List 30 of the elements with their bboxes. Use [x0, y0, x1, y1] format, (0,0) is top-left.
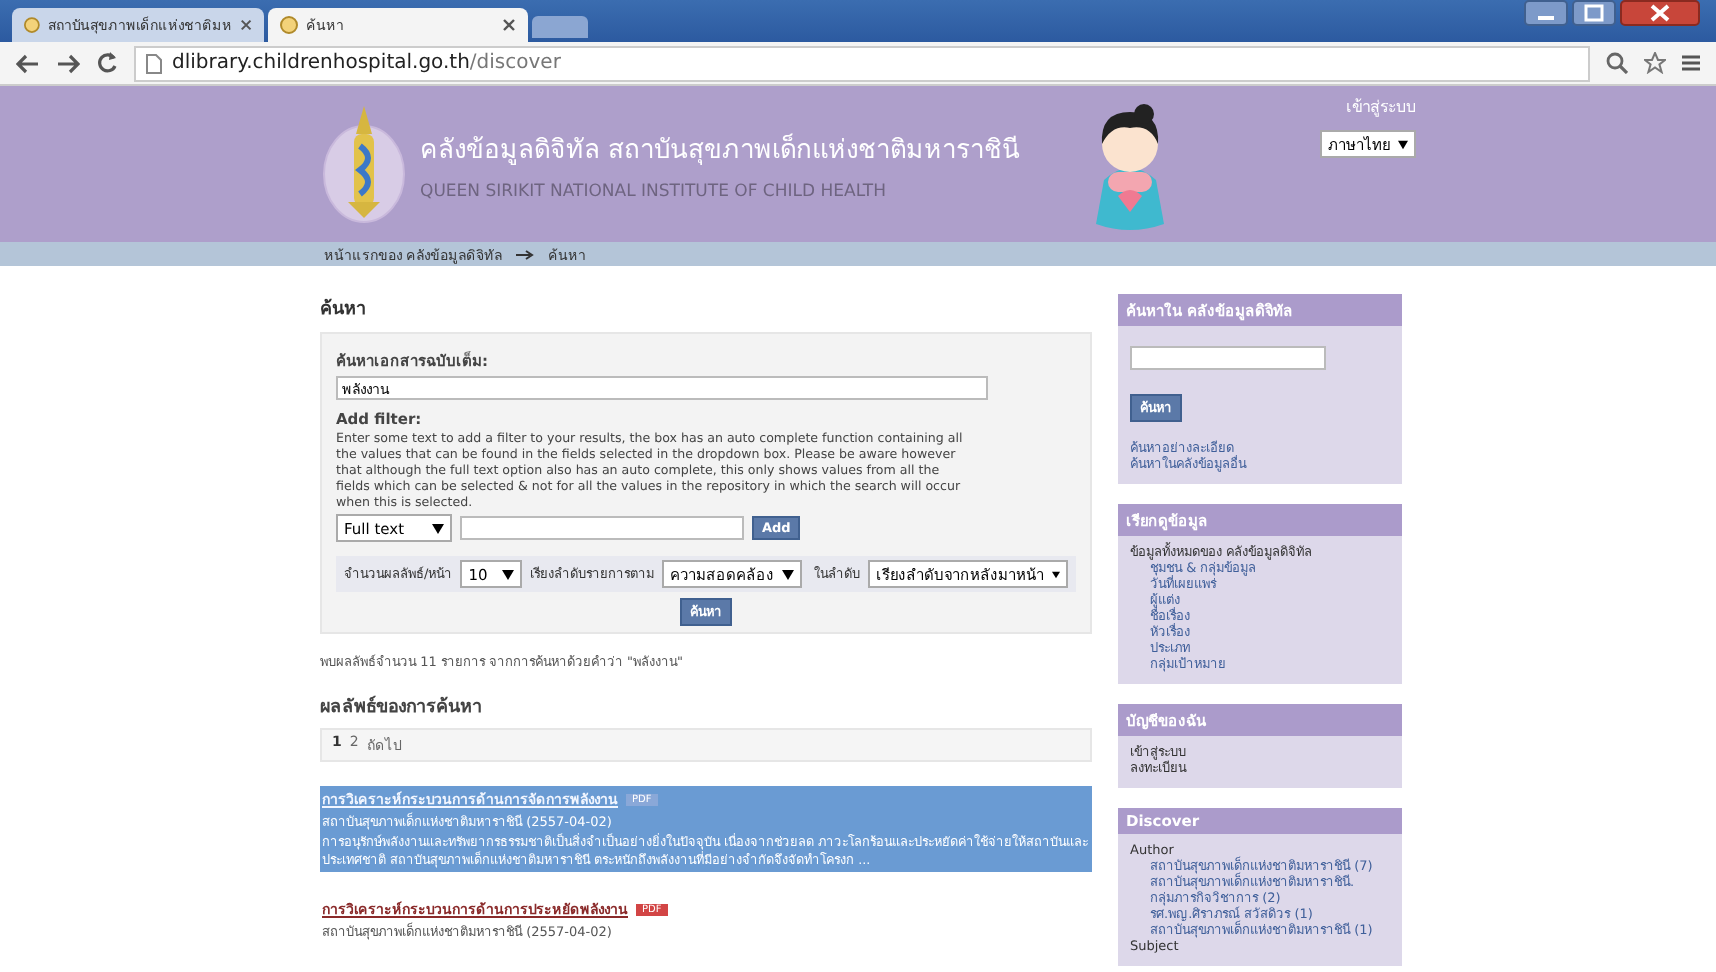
favicon-icon — [280, 16, 298, 34]
dropdown-arrow-icon — [782, 569, 794, 579]
maximize-icon — [1572, 0, 1616, 26]
menu-icon — [1682, 54, 1700, 72]
sidebar-search-field[interactable] — [1130, 346, 1326, 370]
dropdown-arrow-icon — [502, 569, 514, 579]
url-text: dlibrary.childrenhospital.go.th/discover — [172, 52, 561, 74]
address-field[interactable]: dlibrary.childrenhospital.go.th/discover — [134, 45, 1590, 81]
minimize-icon — [1524, 0, 1568, 26]
dropdown-arrow-icon — [1398, 139, 1408, 149]
favicon-icon — [24, 16, 40, 34]
back-arrow-icon — [16, 53, 40, 73]
dropdown-arrow-icon — [1052, 569, 1060, 579]
page-heading: ค้นหา — [320, 296, 368, 322]
results-heading: ผลลัพธ์ของการค้นหา — [320, 693, 484, 720]
site-subtitle: QUEEN SIRIKIT NATIONAL INSTITUTE OF CHILD HEALTH — [420, 181, 888, 201]
dropdown-arrow-icon — [432, 523, 444, 533]
filter-field[interactable] — [460, 516, 744, 540]
page-icon — [146, 53, 162, 73]
arrow-icon — [516, 249, 535, 259]
close-icon — [1620, 0, 1700, 26]
close-icon — [502, 18, 516, 32]
new-tab-button[interactable] — [532, 16, 588, 38]
star-icon — [1644, 52, 1666, 74]
zoom-icon — [1606, 52, 1628, 74]
reload-icon — [96, 52, 118, 74]
forward-arrow-icon — [56, 53, 80, 73]
close-icon — [239, 18, 252, 32]
site-title: คลังข้อมูลดิจิทัล สถาบันสุขภาพเด็กแห่งชาติมหาราชินี — [420, 131, 1021, 169]
emblem-drawing — [320, 102, 408, 226]
